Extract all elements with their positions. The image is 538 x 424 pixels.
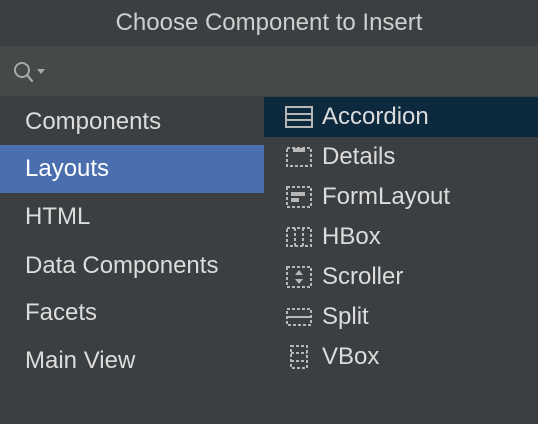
component-item-hbox[interactable]: HBox (264, 217, 538, 257)
category-item-data-components[interactable]: Data Components (0, 242, 264, 290)
component-label: Accordion (322, 103, 429, 130)
search-icon[interactable] (13, 61, 49, 83)
component-label: HBox (322, 223, 381, 250)
component-label: Details (322, 143, 396, 170)
category-label: Components (25, 108, 162, 135)
category-label: Facets (25, 299, 98, 326)
component-label: FormLayout (322, 183, 451, 210)
details-icon (284, 144, 314, 170)
category-item-main-view[interactable]: Main View (0, 337, 264, 385)
component-item-accordion[interactable]: Accordion (264, 97, 538, 137)
component-item-formlayout[interactable]: FormLayout (264, 177, 538, 217)
formlayout-icon (284, 184, 314, 210)
vbox-icon (284, 344, 314, 370)
component-label: Split (322, 303, 369, 330)
search-input[interactable] (50, 56, 524, 88)
component-label: Scroller (322, 263, 404, 290)
category-list: Components Layouts HTML Data Components … (0, 96, 264, 424)
component-item-vbox[interactable]: VBox (264, 337, 538, 377)
component-item-scroller[interactable]: Scroller (264, 257, 538, 297)
category-item-components[interactable]: Components (0, 98, 264, 146)
component-item-split[interactable]: Split (264, 297, 538, 337)
choose-component-dialog: Choose Component to Insert Components La… (0, 0, 538, 424)
component-item-details[interactable]: Details (264, 137, 538, 177)
scroller-icon (284, 264, 314, 290)
category-item-layouts[interactable]: Layouts (0, 145, 264, 193)
dialog-title: Choose Component to Insert (0, 0, 538, 46)
category-label: HTML (25, 203, 91, 230)
accordion-icon (284, 104, 314, 130)
split-icon (284, 304, 314, 330)
category-item-html[interactable]: HTML (0, 193, 264, 241)
hbox-icon (284, 224, 314, 250)
category-label: Main View (25, 347, 136, 374)
category-label: Data Components (25, 252, 219, 279)
component-label: VBox (322, 343, 380, 370)
category-label: Layouts (25, 155, 110, 182)
category-item-facets[interactable]: Facets (0, 289, 264, 337)
component-list: Accordion Details FormLayout HBox Scroll… (264, 96, 538, 424)
search-bar (0, 46, 538, 96)
